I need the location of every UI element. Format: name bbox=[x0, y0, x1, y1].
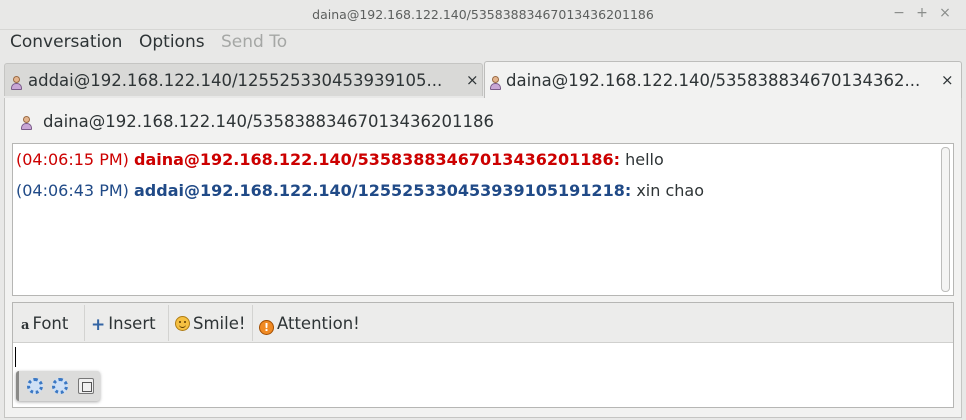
buddy-name: daina@192.168.122.140/535838834670134362… bbox=[43, 112, 494, 131]
floating-input-toolbar[interactable] bbox=[16, 371, 100, 401]
window-title: daina@192.168.122.140/535838834670134362… bbox=[312, 7, 654, 22]
menu-send-to[interactable]: Send To bbox=[221, 32, 287, 52]
insert-button[interactable]: + Insert bbox=[91, 304, 156, 342]
message-entry-area: a Font + Insert Smile! ! Attention! bbox=[12, 302, 954, 408]
close-tab-icon[interactable]: × bbox=[941, 71, 954, 89]
buddy-icon bbox=[11, 75, 22, 94]
toolbar-divider bbox=[84, 305, 85, 341]
message-row: (04:06:15 PM) daina@192.168.122.140/5358… bbox=[16, 150, 664, 169]
attention-icon: ! bbox=[259, 320, 274, 335]
tab-addai[interactable]: addai@192.168.122.140/125525330453939105… bbox=[4, 63, 483, 96]
smile-label: Smile! bbox=[193, 314, 246, 333]
toolbar-divider bbox=[168, 305, 169, 341]
settings-gear-icon[interactable] bbox=[52, 378, 68, 394]
toolbar-divider bbox=[252, 305, 253, 341]
menubar: Conversation Options Send To bbox=[0, 30, 966, 56]
buddy-icon bbox=[490, 75, 501, 94]
minimize-button[interactable]: − bbox=[889, 5, 909, 21]
message-history[interactable]: (04:06:15 PM) daina@192.168.122.140/5358… bbox=[12, 143, 954, 296]
tab-label: addai@192.168.122.140/125525330453939105… bbox=[28, 71, 443, 90]
menu-options[interactable]: Options bbox=[139, 32, 205, 52]
font-icon: a bbox=[21, 318, 30, 333]
plus-icon: + bbox=[91, 315, 106, 335]
keyboard-icon[interactable] bbox=[78, 378, 94, 394]
settings-gear-icon[interactable] bbox=[27, 378, 43, 394]
attention-button[interactable]: ! Attention! bbox=[259, 304, 360, 342]
text-cursor bbox=[15, 347, 16, 367]
message-time: (04:06:43 PM) bbox=[16, 181, 129, 200]
smiley-icon bbox=[175, 316, 190, 331]
smile-button[interactable]: Smile! bbox=[175, 304, 245, 342]
maximize-button[interactable]: + bbox=[912, 5, 932, 21]
message-time: (04:06:15 PM) bbox=[16, 150, 129, 169]
buddy-icon bbox=[21, 115, 32, 134]
tab-label: daina@192.168.122.140/535838834670134362… bbox=[506, 71, 921, 90]
message-sender: addai@192.168.122.140/125525330453939105… bbox=[133, 181, 632, 200]
close-window-button[interactable]: × bbox=[935, 5, 955, 21]
message-sender: daina@192.168.122.140/535838834670134362… bbox=[133, 150, 621, 169]
message-row: (04:06:43 PM) addai@192.168.122.140/1255… bbox=[16, 181, 704, 200]
message-text: xin chao bbox=[636, 181, 704, 200]
message-text: hello bbox=[625, 150, 664, 169]
history-scrollbar[interactable] bbox=[941, 147, 950, 292]
font-label: Font bbox=[32, 314, 69, 333]
menu-conversation[interactable]: Conversation bbox=[10, 32, 122, 52]
conversation-tabs: addai@192.168.122.140/125525330453939105… bbox=[0, 60, 966, 98]
window-titlebar: daina@192.168.122.140/535838834670134362… bbox=[0, 0, 966, 30]
tab-daina[interactable]: daina@192.168.122.140/535838834670134362… bbox=[484, 61, 962, 98]
insert-label: Insert bbox=[108, 314, 156, 333]
close-tab-icon[interactable]: × bbox=[466, 71, 479, 89]
format-toolbar: a Font + Insert Smile! ! Attention! bbox=[13, 303, 953, 343]
font-button[interactable]: a Font bbox=[21, 304, 68, 342]
attention-label: Attention! bbox=[277, 314, 360, 333]
